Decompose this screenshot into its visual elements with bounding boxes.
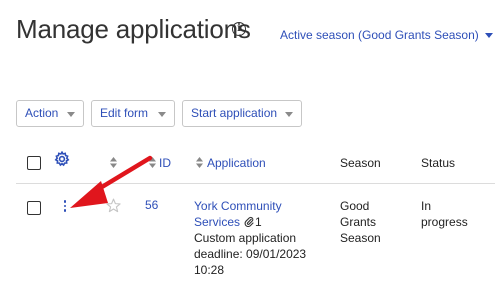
attachment-count: 1 bbox=[255, 215, 262, 229]
sort-icon[interactable] bbox=[196, 157, 203, 168]
more-actions-icon[interactable] bbox=[63, 200, 67, 214]
page-title: Manage applications bbox=[16, 14, 251, 44]
column-header-season: Season bbox=[340, 156, 381, 170]
select-all-checkbox[interactable] bbox=[27, 156, 41, 170]
row-checkbox[interactable] bbox=[27, 201, 41, 215]
action-dropdown[interactable]: Action bbox=[16, 100, 84, 127]
chevron-down-icon bbox=[484, 33, 493, 39]
star-icon[interactable] bbox=[106, 198, 121, 213]
column-header-status: Status bbox=[421, 156, 456, 170]
application-cell: York Community Services 1 Custom applicat… bbox=[194, 198, 312, 278]
chevron-down-icon bbox=[158, 112, 166, 117]
sort-icon[interactable] bbox=[149, 157, 156, 168]
column-header-id[interactable]: ID bbox=[159, 156, 171, 170]
chevron-down-icon bbox=[285, 112, 293, 117]
season-selector-label: Active season (Good Grants Season) bbox=[280, 28, 479, 42]
season-selector[interactable]: Active season (Good Grants Season) bbox=[280, 28, 493, 42]
season-cell: Good Grants Season bbox=[340, 199, 381, 245]
column-header-application[interactable]: Application bbox=[207, 156, 266, 170]
edit-form-dropdown[interactable]: Edit form bbox=[91, 100, 175, 127]
start-application-dropdown-label: Start application bbox=[191, 106, 278, 120]
chevron-down-icon bbox=[67, 112, 75, 117]
status-cell: In progress bbox=[421, 199, 468, 229]
info-icon[interactable]: i bbox=[232, 22, 246, 36]
application-id-link[interactable]: 56 bbox=[145, 198, 158, 212]
table-header-divider bbox=[16, 183, 495, 184]
edit-form-dropdown-label: Edit form bbox=[100, 106, 149, 120]
sort-icon[interactable] bbox=[110, 157, 117, 168]
action-dropdown-label: Action bbox=[25, 106, 59, 120]
start-application-dropdown[interactable]: Start application bbox=[182, 100, 302, 127]
application-name-link[interactable]: York Community Services bbox=[194, 199, 282, 229]
paperclip-icon bbox=[244, 216, 254, 227]
gear-icon[interactable] bbox=[54, 151, 70, 167]
application-deadline: Custom application deadline: 09/01/2023 … bbox=[194, 231, 307, 277]
